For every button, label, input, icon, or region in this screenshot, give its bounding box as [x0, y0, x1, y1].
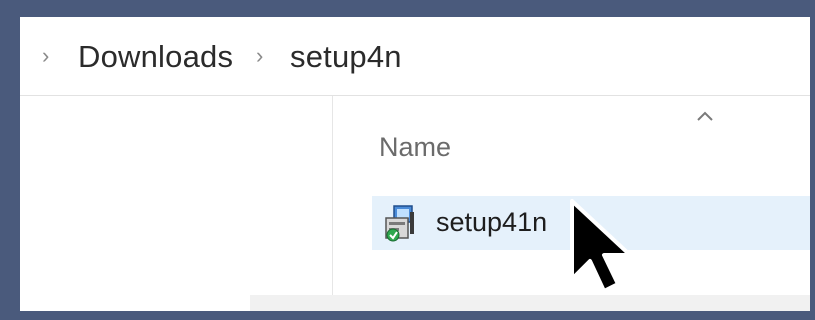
installer-icon	[385, 205, 414, 242]
sort-ascending-icon[interactable]	[693, 108, 717, 124]
status-strip	[250, 295, 810, 311]
breadcrumb-item-setup4n[interactable]: setup4n	[290, 39, 402, 75]
column-header-name[interactable]: Name	[379, 130, 451, 164]
address-bar[interactable]: › Downloads › setup4n	[20, 17, 810, 96]
breadcrumb-separator-icon[interactable]: ›	[42, 42, 49, 70]
breadcrumb-separator-icon[interactable]: ›	[256, 42, 263, 70]
explorer-window: › Downloads › setup4n Name setup41n	[20, 17, 810, 311]
mouse-pointer-icon	[570, 199, 632, 293]
navigation-pane[interactable]	[20, 96, 333, 311]
breadcrumb-item-downloads[interactable]: Downloads	[78, 39, 233, 75]
file-name[interactable]: setup41n	[436, 204, 547, 240]
